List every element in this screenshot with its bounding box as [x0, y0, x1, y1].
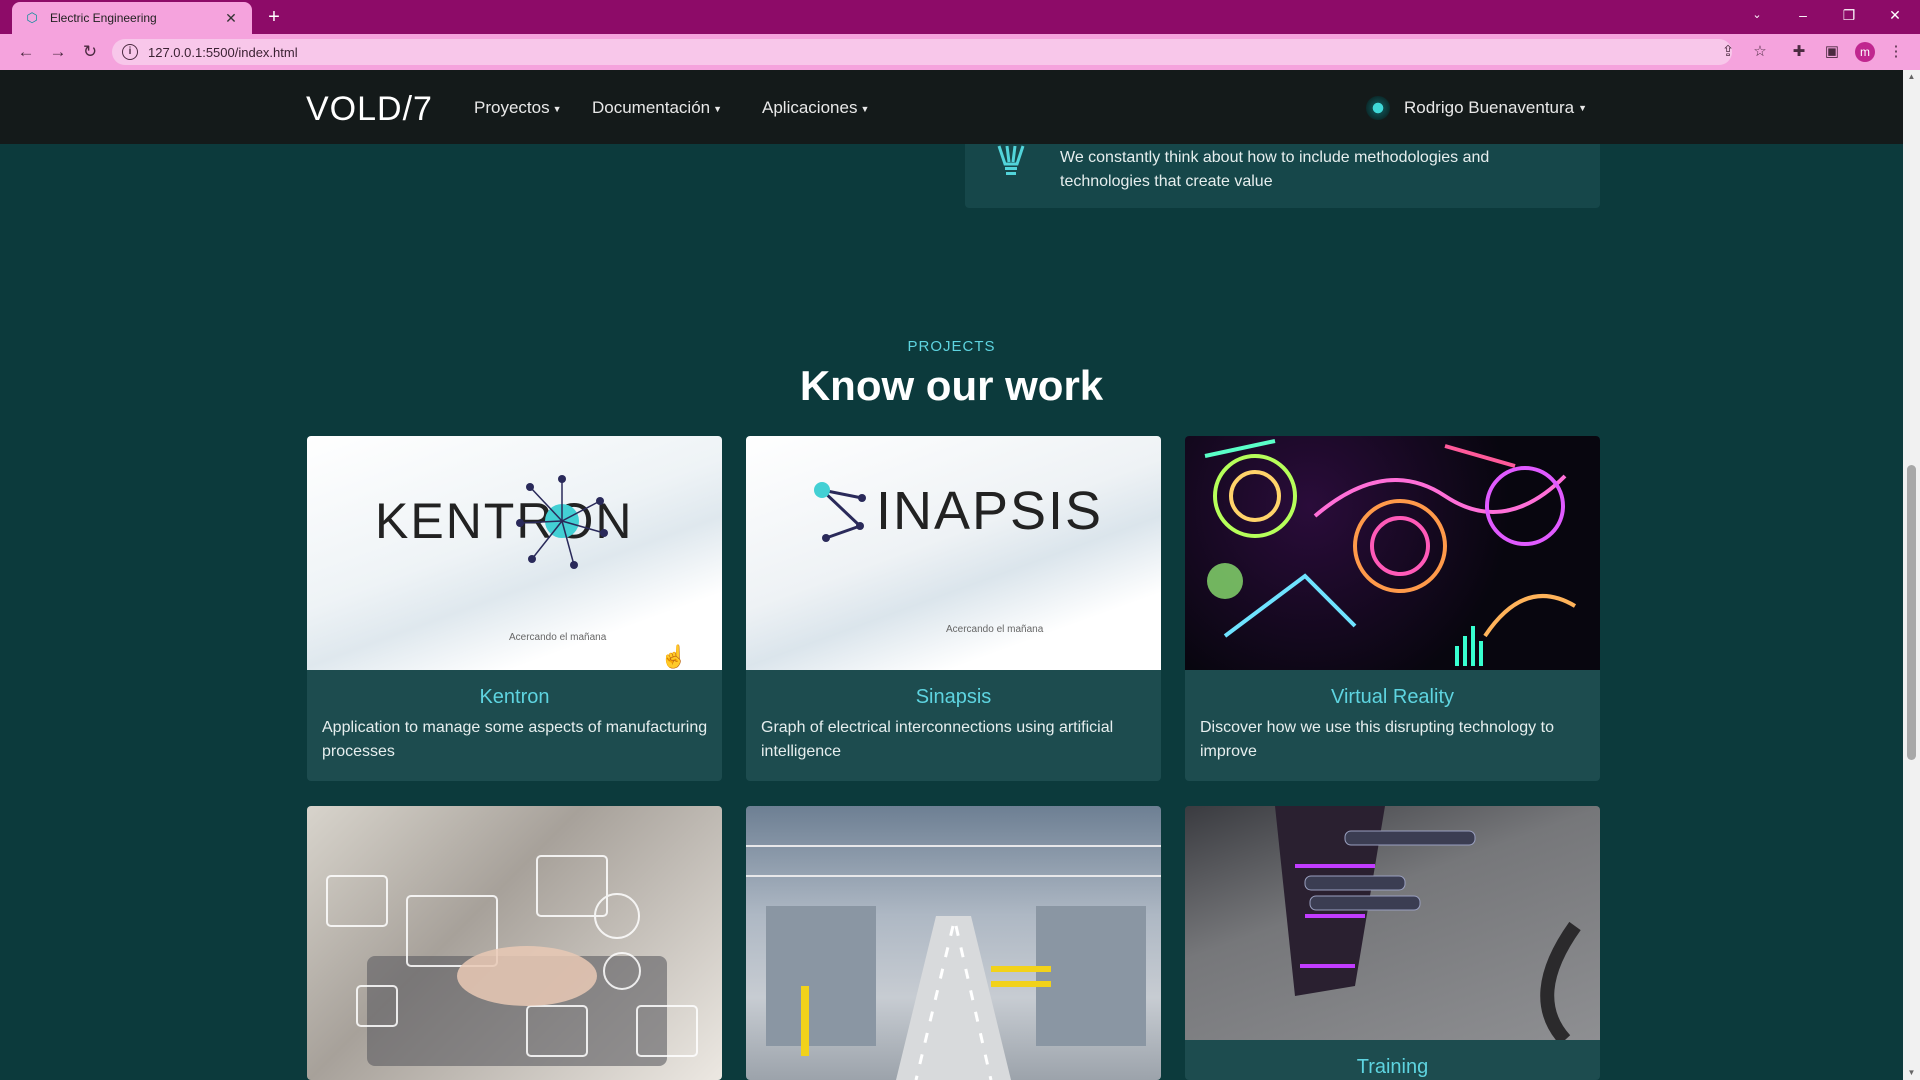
bookmark-star-icon[interactable]: ☆ [1749, 41, 1771, 63]
browser-menu-icon[interactable]: ⋮ [1885, 41, 1907, 63]
project-card-virtual-reality[interactable]: Virtual Reality Discover how we use this… [1185, 436, 1600, 781]
profile-avatar[interactable]: m [1855, 42, 1875, 62]
caret-down-icon: ▼ [1578, 103, 1588, 113]
card-title[interactable]: Training [1185, 1056, 1600, 1079]
tab-title: Electric Engineering [50, 11, 157, 25]
url-text: 127.0.0.1:5500/index.html [148, 44, 298, 60]
nav-documentacion-label: Documentación [592, 98, 711, 117]
card-title[interactable]: Kentron [307, 686, 722, 709]
scrollbar-thumb[interactable] [1907, 465, 1916, 760]
nav-proyectos-label: Proyectos [474, 98, 550, 117]
sinapsis-brand: INAPSIS [876, 481, 1104, 541]
section-label: PROJECTS [907, 338, 996, 355]
sinapsis-tagline: Acercando el mañana [946, 624, 1044, 635]
user-menu[interactable]: Rodrigo Buenaventura ▼ [1366, 96, 1587, 120]
browser-toolbar: ← → ↻ i 127.0.0.1:5500/index.html ⇪ ☆ ✚ … [0, 34, 1920, 70]
tab-close-icon[interactable]: ✕ [222, 10, 240, 27]
share-icon[interactable]: ⇪ [1717, 41, 1739, 63]
value-info-card: We constantly think about how to include… [965, 144, 1600, 208]
kentron-tagline: Acercando el mañana [509, 632, 607, 643]
kentron-molecule-icon [516, 475, 608, 569]
card-title[interactable]: Virtual Reality [1185, 686, 1600, 709]
section-title: Know our work [799, 362, 1104, 409]
caret-down-icon: ▼ [860, 103, 870, 114]
extensions-icon[interactable]: ✚ [1788, 41, 1810, 63]
sinapsis-network-icon [814, 482, 866, 542]
mouse-cursor-icon: ☝ [660, 644, 688, 669]
laptop-image [307, 806, 722, 1080]
card-description: Graph of electrical interconnections usi… [761, 719, 1114, 760]
scroll-down-icon[interactable]: ▼ [1903, 1066, 1920, 1080]
training-image [1185, 806, 1600, 1040]
nav-documentacion[interactable]: Documentación ▼ [592, 98, 722, 118]
minimize-button[interactable]: – [1783, 0, 1823, 30]
factory-image [746, 806, 1161, 1080]
site-navbar: VOLD/7 Proyectos ▼ Documentación ▼ Aplicac… [0, 70, 1903, 144]
tab-search-icon[interactable]: ⌄ [1737, 0, 1777, 30]
sinapsis-image: INAPSIS Acercando el mañana [746, 436, 1161, 670]
browser-tab[interactable]: ⬡ Electric Engineering ✕ [12, 2, 252, 34]
caret-down-icon: ▼ [552, 103, 562, 114]
page-scrollbar[interactable]: ▲ ▼ [1903, 70, 1920, 1080]
virtual-reality-image [1185, 436, 1600, 670]
value-info-text: We constantly think about how to include… [1060, 149, 1490, 190]
tab-favicon-icon: ⬡ [26, 10, 38, 25]
nav-proyectos[interactable]: Proyectos ▼ [474, 98, 562, 118]
site-info-icon[interactable]: i [122, 44, 138, 60]
card-description: Application to manage some aspects of ma… [322, 719, 708, 760]
lightbulb-icon [993, 144, 1029, 180]
close-window-button[interactable]: ✕ [1875, 0, 1915, 30]
project-card-kentron[interactable]: KENTRON Acercando el mañana Kentron Appl… [307, 436, 722, 781]
scroll-up-icon[interactable]: ▲ [1903, 70, 1920, 84]
address-bar[interactable]: i 127.0.0.1:5500/index.html [112, 39, 1732, 65]
project-card-data[interactable] [307, 806, 722, 1080]
project-card-sinapsis[interactable]: INAPSIS Acercando el mañana Sinapsis Gra… [746, 436, 1161, 781]
user-avatar [1366, 96, 1390, 120]
project-card-training[interactable]: Training [1185, 806, 1600, 1080]
side-panel-icon[interactable]: ▣ [1821, 41, 1843, 63]
new-tab-button[interactable]: + [264, 5, 284, 29]
browser-titlebar: ⬡ Electric Engineering ✕ + ⌄ – ❐ ✕ [0, 0, 1920, 34]
card-description: Discover how we use this disrupting tech… [1200, 719, 1554, 760]
nav-aplicaciones[interactable]: Aplicaciones ▼ [762, 98, 869, 118]
project-card-factory[interactable] [746, 806, 1161, 1080]
user-name: Rodrigo Buenaventura [1404, 98, 1575, 117]
kentron-image: KENTRON Acercando el mañana [307, 436, 722, 670]
caret-down-icon: ▼ [713, 103, 723, 114]
site-logo[interactable]: VOLD/7 [306, 92, 433, 126]
restore-button[interactable]: ❐ [1829, 0, 1869, 30]
card-title[interactable]: Sinapsis [746, 686, 1161, 709]
nav-aplicaciones-label: Aplicaciones [762, 98, 858, 117]
back-icon[interactable]: ← [14, 40, 38, 64]
reload-icon[interactable]: ↻ [78, 40, 102, 64]
forward-icon[interactable]: → [46, 40, 70, 64]
